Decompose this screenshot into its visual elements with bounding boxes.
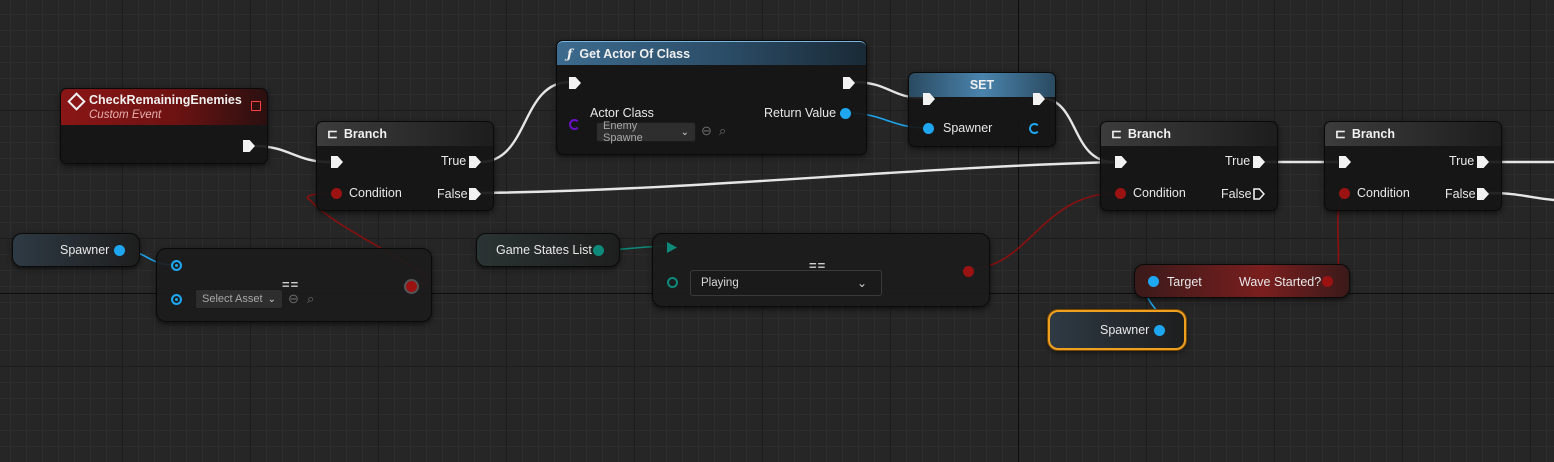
wave-started-output-pin[interactable] <box>1322 276 1333 287</box>
game-states-list-label: Game States List <box>496 243 592 257</box>
equal2-a-pin[interactable] <box>667 242 677 253</box>
branch3-title: Branch <box>1351 127 1395 141</box>
get-actor-title: Get Actor Of Class <box>579 46 691 61</box>
spawner-getter-selected-pin[interactable] <box>1154 325 1165 336</box>
branch1-title: Branch <box>343 127 387 141</box>
spawner-getter-selected[interactable]: Spawner <box>1048 310 1186 350</box>
magnifier-icon[interactable]: ⌕ <box>307 291 314 307</box>
branch-icon: ⊏ <box>1111 126 1122 141</box>
bool-wire-equal2-condition2 <box>967 192 1119 270</box>
set-spawner-label: Spawner <box>943 121 993 135</box>
spawner-getter-selected-label: Spawner <box>1100 323 1150 337</box>
branch2-false-pin[interactable] <box>1253 188 1265 200</box>
magnifier-icon[interactable]: ⌕ <box>719 123 726 139</box>
wave-started-node[interactable]: Target Wave Started? <box>1134 264 1350 298</box>
game-states-list-getter[interactable]: Game States List <box>476 233 620 267</box>
event-subtitle: Custom Event <box>89 109 162 121</box>
actor-class-value: Enemy Spawne <box>603 120 643 144</box>
branch1-false-pin[interactable] <box>469 188 481 200</box>
return-value-label: Return Value <box>764 106 837 120</box>
branch1-header[interactable]: ⊏ Branch <box>317 122 493 146</box>
branch2-true-label: True <box>1225 154 1251 168</box>
equal1-b-pin[interactable] <box>171 294 182 305</box>
event-exec-out-pin[interactable] <box>243 140 255 152</box>
equal1-a-pin[interactable] <box>171 260 182 271</box>
wave-started-target-label: Target <box>1167 275 1202 289</box>
branch2-title: Branch <box>1127 127 1171 141</box>
get-actor-of-class-node[interactable]: ƒ Get Actor Of Class Actor Class Enemy S… <box>556 40 867 155</box>
branch1-condition-pin[interactable] <box>331 188 342 199</box>
equal1-symbol: == <box>282 277 300 292</box>
equal-node-2[interactable]: == Playing ⌄ <box>652 233 990 307</box>
branch1-exec-in-pin[interactable] <box>331 156 343 168</box>
branch3-header[interactable]: ⊏ Branch <box>1325 122 1501 146</box>
spawner-getter-left[interactable]: Spawner <box>12 233 140 267</box>
branch-node-3[interactable]: ⊏ Branch True Condition False <box>1324 121 1502 211</box>
wave-started-target-pin[interactable] <box>1148 276 1159 287</box>
actor-class-label: Actor Class <box>590 106 654 120</box>
get-actor-header[interactable]: ƒ Get Actor Of Class <box>557 41 866 65</box>
equal2-out-pin[interactable] <box>963 266 974 277</box>
spawner-getter-left-pin[interactable] <box>114 245 125 256</box>
branch3-condition-label: Condition <box>1357 186 1410 200</box>
equal2-b-pin[interactable] <box>667 277 678 288</box>
branch1-true-pin[interactable] <box>469 156 481 168</box>
branch3-false-label: False <box>1445 187 1476 201</box>
branch-icon: ⊏ <box>327 126 338 141</box>
branch-node-1[interactable]: ⊏ Branch True Condition False <box>316 121 494 211</box>
branch-node-2[interactable]: ⊏ Branch True Condition False <box>1100 121 1278 211</box>
branch1-condition-label: Condition <box>349 186 402 200</box>
reset-arrow-icon[interactable]: ⊖ <box>701 123 712 139</box>
red-square-icon <box>251 101 261 111</box>
function-f-icon: ƒ <box>567 46 573 61</box>
custom-event-node[interactable]: CheckRemainingEnemies Custom Event <box>60 88 268 164</box>
actor-class-pin[interactable] <box>569 119 580 130</box>
branch2-false-label: False <box>1221 187 1252 201</box>
chevron-down-icon: ⌄ <box>680 126 689 138</box>
branch1-false-label: False <box>437 187 468 201</box>
branch2-true-pin[interactable] <box>1253 156 1265 168</box>
reset-arrow-icon[interactable]: ⊖ <box>288 291 299 307</box>
actor-class-dropdown[interactable]: Enemy Spawne ⌄ <box>596 120 696 144</box>
branch3-true-pin[interactable] <box>1477 156 1489 168</box>
branch1-true-label: True <box>441 154 467 168</box>
branch3-true-label: True <box>1449 154 1475 168</box>
exec-wire-branch1-false-branch2 <box>479 160 1115 195</box>
branch3-exec-in-pin[interactable] <box>1339 156 1351 168</box>
equal2-selected-value: Playing <box>701 277 739 289</box>
equal1-out-pin[interactable] <box>406 281 417 292</box>
branch2-condition-label: Condition <box>1133 186 1186 200</box>
branch2-exec-in-pin[interactable] <box>1115 156 1127 168</box>
equal2-enum-dropdown[interactable]: Playing ⌄ <box>690 270 882 296</box>
set-title: SET <box>969 78 995 92</box>
set-spawner-in-pin[interactable] <box>923 123 934 134</box>
custom-event-header[interactable]: CheckRemainingEnemies Custom Event <box>61 89 267 125</box>
chevron-down-icon: ⌄ <box>856 276 867 290</box>
get-actor-exec-in-pin[interactable] <box>569 77 581 89</box>
branch2-condition-pin[interactable] <box>1115 188 1126 199</box>
branch3-condition-pin[interactable] <box>1339 188 1350 199</box>
set-spawner-out-pin[interactable] <box>1029 123 1040 134</box>
spawner-getter-left-label: Spawner <box>60 243 110 257</box>
event-diamond-icon <box>67 92 86 111</box>
chevron-down-icon: ⌄ <box>267 293 276 305</box>
wave-started-output-label: Wave Started? <box>1239 275 1322 289</box>
equal1-select-asset-value: Select Asset <box>202 293 263 305</box>
game-states-list-pin[interactable] <box>593 245 604 256</box>
set-variable-node[interactable]: SET Spawner <box>908 72 1056 147</box>
return-value-pin[interactable] <box>840 108 851 119</box>
equal-node-1[interactable]: Select Asset ⌄ ⊖ ⌕ == <box>156 248 432 322</box>
branch3-false-pin[interactable] <box>1477 188 1489 200</box>
branch2-header[interactable]: ⊏ Branch <box>1101 122 1277 146</box>
branch-icon: ⊏ <box>1335 126 1346 141</box>
get-actor-exec-out-pin[interactable] <box>843 77 855 89</box>
equal1-select-asset-dropdown[interactable]: Select Asset ⌄ <box>195 289 283 309</box>
event-title: CheckRemainingEnemies <box>89 93 242 107</box>
